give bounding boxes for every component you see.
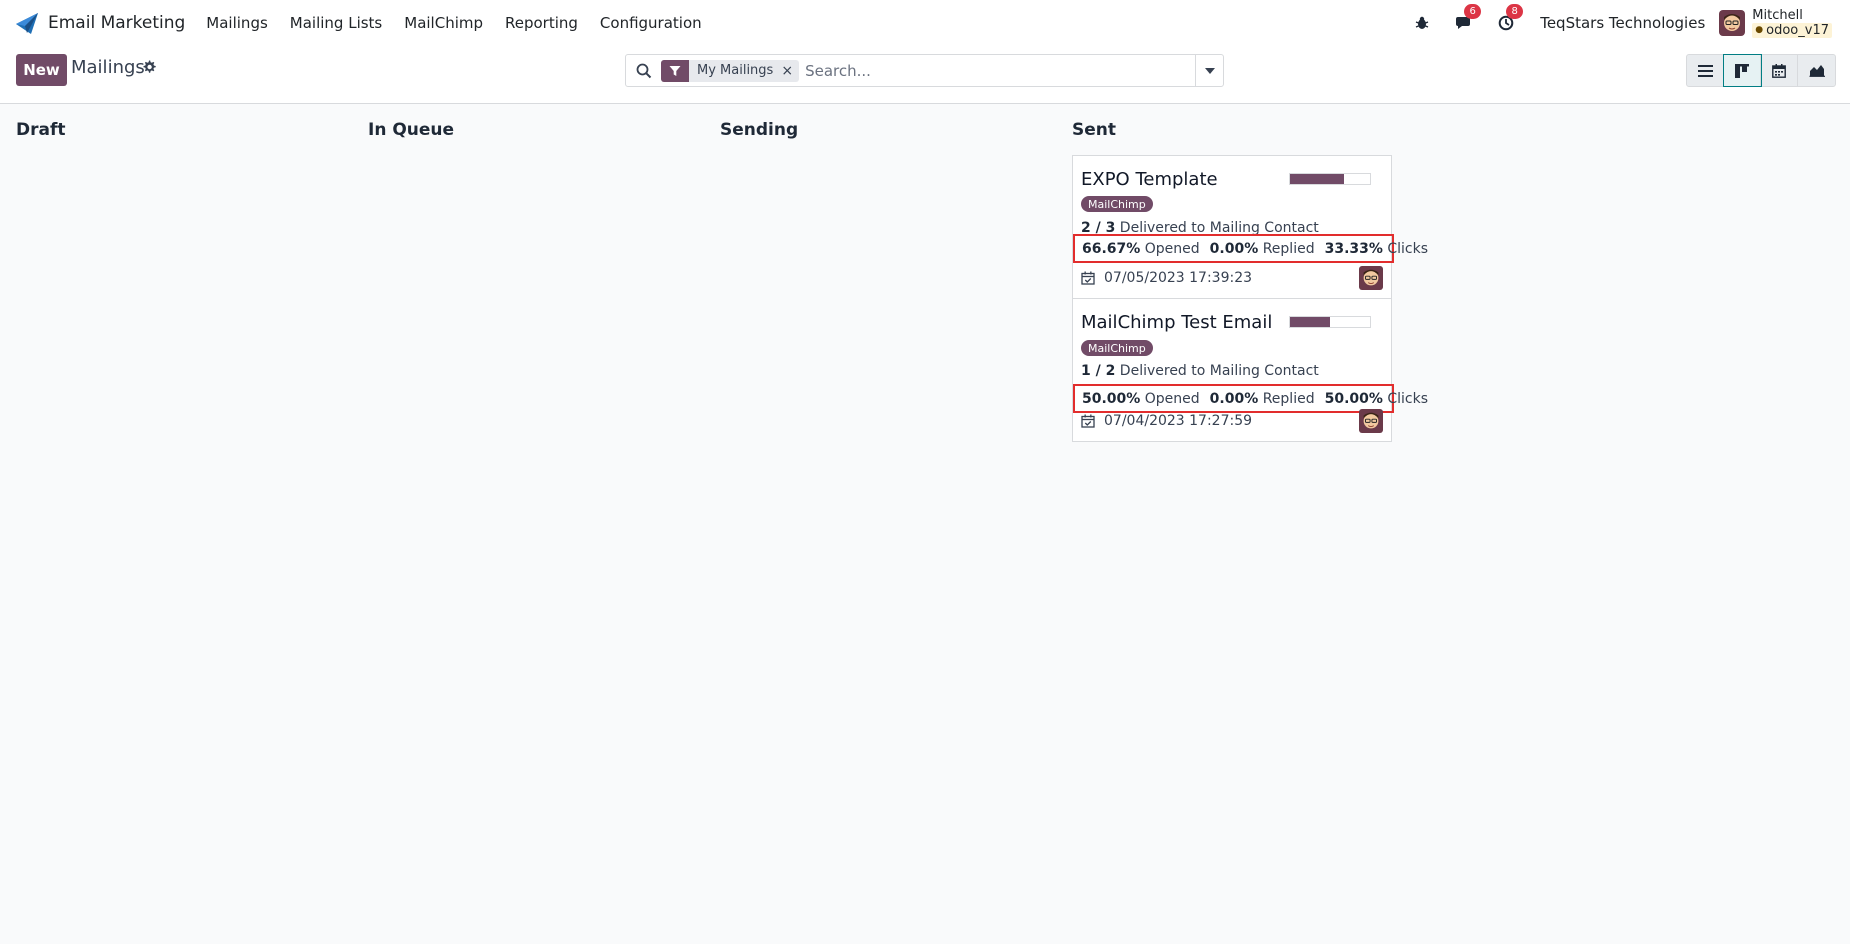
facet-remove-button[interactable]: × [781, 63, 799, 79]
opened-value: 66.67% [1082, 240, 1141, 257]
delivery-progress-bar [1289, 173, 1371, 185]
search-facet: My Mailings × [661, 59, 800, 82]
search-options-toggle[interactable] [1195, 55, 1223, 86]
menu-item-mailings[interactable]: Mailings [195, 14, 278, 32]
card-title: MailChimp Test Email [1081, 312, 1273, 333]
progress-fill [1290, 317, 1330, 327]
delivered-summary: 1 / 2 Delivered to Mailing Contact [1081, 363, 1319, 379]
activities-button[interactable]: 8 [1496, 4, 1524, 33]
new-button[interactable]: New [16, 54, 67, 86]
paper-plane-icon [16, 13, 38, 34]
systray: 6 8 TeqStars Technologies Mitchell ● odo… [1390, 0, 1832, 46]
search-bar: My Mailings × [625, 54, 1224, 87]
bug-icon [1415, 16, 1429, 29]
caret-down-icon [1204, 67, 1215, 74]
company-switcher[interactable]: TeqStars Technologies [1540, 14, 1705, 32]
tag-badge: MailChimp [1081, 196, 1153, 212]
clicks-label: Clicks [1387, 240, 1429, 257]
avatar[interactable] [1359, 409, 1383, 433]
control-panel: New Mailings My Mailings × [0, 46, 1850, 104]
kanban-view-button[interactable] [1723, 54, 1762, 87]
menu-item-mailing-lists[interactable]: Mailing Lists [279, 14, 393, 32]
replied-label: Replied [1262, 390, 1315, 407]
menu-item-reporting[interactable]: Reporting [494, 14, 589, 32]
replied-value: 0.00% [1209, 240, 1259, 257]
calendar-check-icon [1081, 271, 1095, 285]
graph-view-button[interactable] [1798, 55, 1835, 86]
user-info: Mitchell ● odoo_v17 [1752, 8, 1832, 38]
facet-label: My Mailings [697, 63, 774, 78]
mailing-card[interactable]: MailChimp Test Email MailChimp 1 / 2 Del… [1072, 298, 1428, 442]
opened-value: 50.00% [1082, 390, 1141, 407]
messages-button[interactable]: 6 [1454, 4, 1482, 33]
stats-row: 50.00% Opened 0.00% Replied 50.00% Click… [1073, 384, 1428, 413]
activities-count-badge: 8 [1506, 4, 1524, 19]
database-icon: ● [1755, 25, 1764, 35]
opened-label: Opened [1144, 240, 1200, 257]
mailing-card[interactable]: EXPO Template MailChimp 2 / 3 Delivered … [1072, 155, 1428, 299]
calendar-view-button[interactable] [1761, 55, 1798, 86]
column-header-sent: Sent [1072, 120, 1117, 140]
list-view-button[interactable] [1687, 55, 1724, 86]
replied-stat: 0.00% Replied [1210, 391, 1315, 407]
page-title: Mailings [71, 57, 145, 78]
avatar[interactable] [1359, 266, 1383, 290]
clicks-value: 33.33% [1324, 240, 1383, 257]
avatar [1719, 10, 1746, 36]
tag-badge: MailChimp [1081, 340, 1153, 356]
sent-date: 07/04/2023 17:27:59 [1081, 413, 1252, 429]
kanban-view-icon [1735, 63, 1749, 78]
user-menu[interactable]: Mitchell ● odoo_v17 [1719, 8, 1832, 38]
sent-date: 07/05/2023 17:39:23 [1081, 270, 1252, 286]
replied-value: 0.00% [1209, 390, 1259, 407]
clicks-stat: 33.33% Clicks [1325, 241, 1428, 257]
list-view-icon [1697, 64, 1713, 77]
graph-view-icon [1809, 65, 1825, 77]
opened-stat: 66.67% Opened [1082, 241, 1200, 257]
column-header-draft: Draft [16, 120, 66, 140]
delivery-progress-bar [1289, 316, 1371, 328]
calendar-view-icon [1772, 63, 1786, 78]
calendar-check-icon [1081, 414, 1095, 428]
filter-icon [661, 59, 689, 82]
clicks-value: 50.00% [1324, 390, 1383, 407]
messages-count-badge: 6 [1464, 4, 1482, 19]
menu-item-mailchimp[interactable]: MailChimp [393, 14, 494, 32]
search-icon [636, 63, 652, 78]
clicks-label: Clicks [1387, 390, 1429, 407]
column-header-in-queue: In Queue [368, 120, 455, 140]
column-header-sending: Sending [720, 120, 799, 140]
progress-fill [1290, 174, 1344, 184]
date-value: 07/04/2023 17:27:59 [1104, 413, 1253, 429]
opened-stat: 50.00% Opened [1082, 391, 1200, 407]
gear-icon[interactable] [141, 59, 157, 75]
menu-item-configuration[interactable]: Configuration [589, 14, 713, 32]
search-input[interactable] [805, 61, 1195, 80]
replied-label: Replied [1262, 240, 1315, 257]
opened-label: Opened [1144, 390, 1200, 407]
top-navbar: Email Marketing Mailings Mailing Lists M… [0, 0, 1850, 46]
debug-button[interactable] [1412, 13, 1432, 33]
app-name: Email Marketing [48, 13, 186, 33]
main-menu: Mailings Mailing Lists MailChimp Reporti… [195, 14, 712, 32]
view-switcher [1686, 54, 1836, 87]
clicks-stat: 50.00% Clicks [1325, 391, 1428, 407]
delivered-count: 1 / 2 [1081, 363, 1116, 379]
user-name: Mitchell [1752, 8, 1803, 23]
database-label: ● odoo_v17 [1752, 23, 1832, 38]
date-value: 07/05/2023 17:39:23 [1104, 270, 1253, 286]
delivered-text: Delivered to Mailing Contact [1119, 363, 1319, 379]
card-title: EXPO Template [1081, 169, 1218, 190]
app-brand[interactable]: Email Marketing [14, 10, 185, 36]
replied-stat: 0.00% Replied [1210, 241, 1315, 257]
stats-row: 66.67% Opened 0.00% Replied 33.33% Click… [1073, 234, 1428, 263]
database-name: odoo_v17 [1766, 23, 1829, 38]
